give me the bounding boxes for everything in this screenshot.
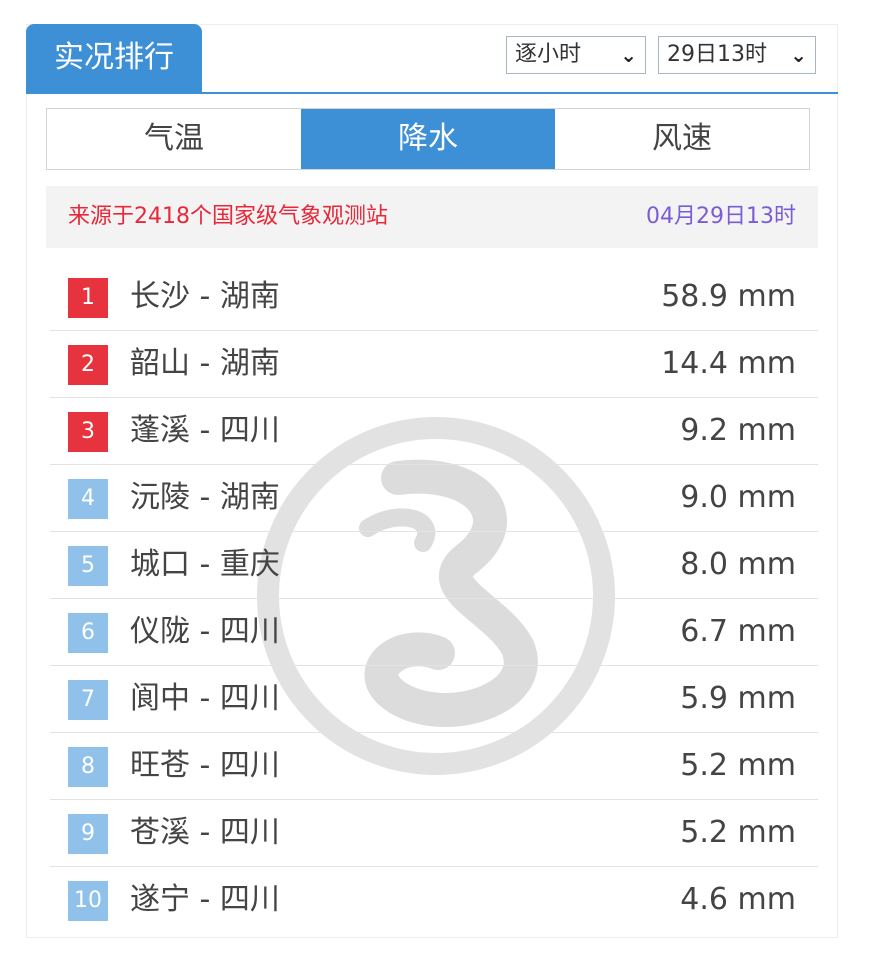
station-name: 蓬溪 - 四川 bbox=[130, 413, 280, 448]
station-name: 苍溪 - 四川 bbox=[130, 815, 280, 850]
list-item[interactable]: 10 遂宁 - 四川 4.6 mm bbox=[50, 867, 818, 934]
tab-temperature[interactable]: 气温 bbox=[47, 109, 301, 169]
list-item[interactable]: 9 苍溪 - 四川 5.2 mm bbox=[50, 800, 818, 867]
station-name: 沅陵 - 湖南 bbox=[130, 480, 280, 515]
rank-badge: 10 bbox=[68, 881, 108, 921]
metric-tabs: 气温 降水 风速 bbox=[46, 108, 810, 170]
chevron-down-icon: ⌄ bbox=[790, 43, 807, 67]
station-name: 阆中 - 四川 bbox=[130, 681, 280, 716]
precipitation-value: 58.9 mm bbox=[661, 279, 796, 314]
interval-select[interactable]: 逐小时 ⌄ bbox=[506, 36, 646, 74]
rank-badge: 5 bbox=[68, 546, 108, 586]
page-title: 实况排行 bbox=[26, 24, 202, 92]
station-name: 城口 - 重庆 bbox=[130, 547, 280, 582]
precipitation-value: 9.2 mm bbox=[680, 413, 796, 448]
list-item[interactable]: 8 旺苍 - 四川 5.2 mm bbox=[50, 733, 818, 800]
rank-badge: 8 bbox=[68, 747, 108, 787]
data-source-text: 来源于2418个国家级气象观测站 bbox=[68, 204, 388, 229]
info-bar: 来源于2418个国家级气象观测站 04月29日13时 bbox=[46, 186, 818, 248]
precipitation-value: 5.2 mm bbox=[680, 815, 796, 850]
rank-badge: 7 bbox=[68, 680, 108, 720]
precipitation-value: 9.0 mm bbox=[680, 480, 796, 515]
header-divider bbox=[26, 92, 838, 94]
list-item[interactable]: 7 阆中 - 四川 5.9 mm bbox=[50, 666, 818, 733]
list-item[interactable]: 4 沅陵 - 湖南 9.0 mm bbox=[50, 465, 818, 532]
precipitation-value: 14.4 mm bbox=[661, 346, 796, 381]
station-name: 仪陇 - 四川 bbox=[130, 614, 280, 649]
precipitation-value: 5.2 mm bbox=[680, 748, 796, 783]
rank-badge: 6 bbox=[68, 613, 108, 653]
list-item[interactable]: 6 仪陇 - 四川 6.7 mm bbox=[50, 599, 818, 666]
list-item[interactable]: 5 城口 - 重庆 8.0 mm bbox=[50, 532, 818, 599]
precipitation-value: 8.0 mm bbox=[680, 547, 796, 582]
rank-badge: 3 bbox=[68, 412, 108, 452]
ranking-list: 1 长沙 - 湖南 58.9 mm 2 韶山 - 湖南 14.4 mm 3 蓬溪… bbox=[50, 264, 818, 934]
station-name: 长沙 - 湖南 bbox=[130, 279, 280, 314]
datetime-select[interactable]: 29日13时 ⌄ bbox=[658, 36, 816, 74]
datetime-select-value: 29日13时 bbox=[667, 42, 767, 67]
precipitation-value: 6.7 mm bbox=[680, 614, 796, 649]
panel-header: 实况排行 逐小时 ⌄ 29日13时 ⌄ bbox=[26, 24, 838, 94]
tab-precipitation[interactable]: 降水 bbox=[301, 109, 555, 169]
observation-time: 04月29日13时 bbox=[646, 204, 796, 229]
station-name: 遂宁 - 四川 bbox=[130, 882, 280, 917]
precipitation-value: 5.9 mm bbox=[680, 681, 796, 716]
list-item[interactable]: 2 韶山 - 湖南 14.4 mm bbox=[50, 331, 818, 398]
station-name: 韶山 - 湖南 bbox=[130, 346, 280, 381]
list-item[interactable]: 3 蓬溪 - 四川 9.2 mm bbox=[50, 398, 818, 465]
precipitation-value: 4.6 mm bbox=[680, 882, 796, 917]
interval-select-value: 逐小时 bbox=[515, 42, 582, 67]
station-name: 旺苍 - 四川 bbox=[130, 748, 280, 783]
rank-badge: 1 bbox=[68, 278, 108, 318]
tab-wind-speed[interactable]: 风速 bbox=[555, 109, 809, 169]
rank-badge: 9 bbox=[68, 814, 108, 854]
rank-badge: 2 bbox=[68, 345, 108, 385]
rank-badge: 4 bbox=[68, 479, 108, 519]
list-item[interactable]: 1 长沙 - 湖南 58.9 mm bbox=[50, 264, 818, 331]
chevron-down-icon: ⌄ bbox=[620, 43, 637, 67]
